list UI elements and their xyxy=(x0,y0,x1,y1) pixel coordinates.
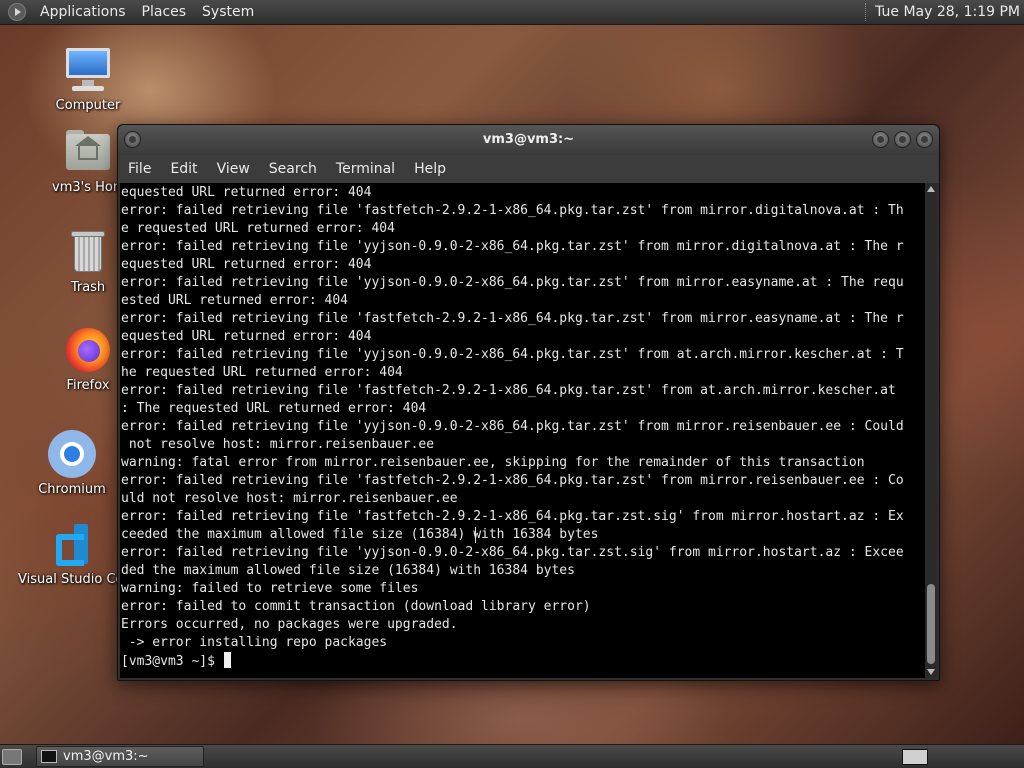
workspace-switcher[interactable] xyxy=(902,748,928,765)
ibeam-cursor-icon xyxy=(472,527,480,543)
vscode-icon xyxy=(50,520,98,568)
terminal-text: equested URL returned error: 404 error: … xyxy=(120,183,925,671)
scroll-down-arrow-icon[interactable] xyxy=(927,669,935,675)
minimize-button[interactable] xyxy=(872,131,889,148)
desktop-icon-vscode[interactable]: Visual Studio Code xyxy=(14,520,134,587)
menu-file[interactable]: File xyxy=(120,155,159,183)
home-folder-icon xyxy=(64,128,112,176)
taskbar-item-label: vm3@vm3:~ xyxy=(63,749,149,764)
applications-menu[interactable]: Applications xyxy=(32,0,134,25)
window-menu-button[interactable] xyxy=(124,131,141,148)
firefox-icon xyxy=(64,326,112,374)
terminal-output: equested URL returned error: 404 error: … xyxy=(121,185,904,650)
bottom-panel: vm3@vm3:~ xyxy=(0,744,1024,768)
top-panel: Applications Places System Tue May 28, 1… xyxy=(0,0,1024,25)
computer-icon xyxy=(64,46,112,94)
terminal-output-area[interactable]: equested URL returned error: 404 error: … xyxy=(120,183,925,678)
desktop-icon-computer[interactable]: Computer xyxy=(28,46,148,113)
window-titlebar[interactable]: vm3@vm3:~ xyxy=(118,125,939,155)
menu-edit[interactable]: Edit xyxy=(162,155,205,183)
chromium-icon xyxy=(48,430,96,478)
menu-view[interactable]: View xyxy=(209,155,258,183)
desktop-icon-label: vm3's Home xyxy=(52,180,124,195)
scroll-up-arrow-icon[interactable] xyxy=(927,186,935,192)
terminal-icon xyxy=(41,750,57,763)
panel-separator xyxy=(865,3,867,21)
taskbar-item-terminal[interactable]: vm3@vm3:~ xyxy=(36,746,204,767)
menu-search[interactable]: Search xyxy=(261,155,325,183)
desktop-icon-label: Computer xyxy=(55,98,121,113)
terminal-menubar: File Edit View Search Terminal Help xyxy=(118,155,939,183)
trash-icon xyxy=(64,228,112,276)
menu-help[interactable]: Help xyxy=(406,155,454,183)
terminal-window[interactable]: vm3@vm3:~ File Edit View Search Terminal… xyxy=(117,124,940,681)
system-menu[interactable]: System xyxy=(194,0,262,25)
show-desktop-icon[interactable] xyxy=(2,748,22,765)
desktop-icon-label: Visual Studio Code xyxy=(18,572,122,587)
menu-terminal[interactable]: Terminal xyxy=(328,155,403,183)
places-menu[interactable]: Places xyxy=(134,0,195,25)
close-button[interactable] xyxy=(916,131,933,148)
desktop-icon-chromium[interactable]: Chromium xyxy=(12,430,132,497)
scrollbar-thumb[interactable] xyxy=(927,584,935,664)
terminal-prompt: [vm3@vm3 ~]$ xyxy=(121,654,223,669)
clock[interactable]: Tue May 28, 1:19 PM xyxy=(875,4,1024,20)
text-cursor xyxy=(223,652,231,668)
maximize-button[interactable] xyxy=(894,131,911,148)
terminal-scrollbar[interactable] xyxy=(925,183,937,678)
applications-logo-icon[interactable] xyxy=(8,3,26,21)
desktop-icon-label: Chromium xyxy=(38,482,106,497)
window-title: vm3@vm3:~ xyxy=(482,132,575,147)
